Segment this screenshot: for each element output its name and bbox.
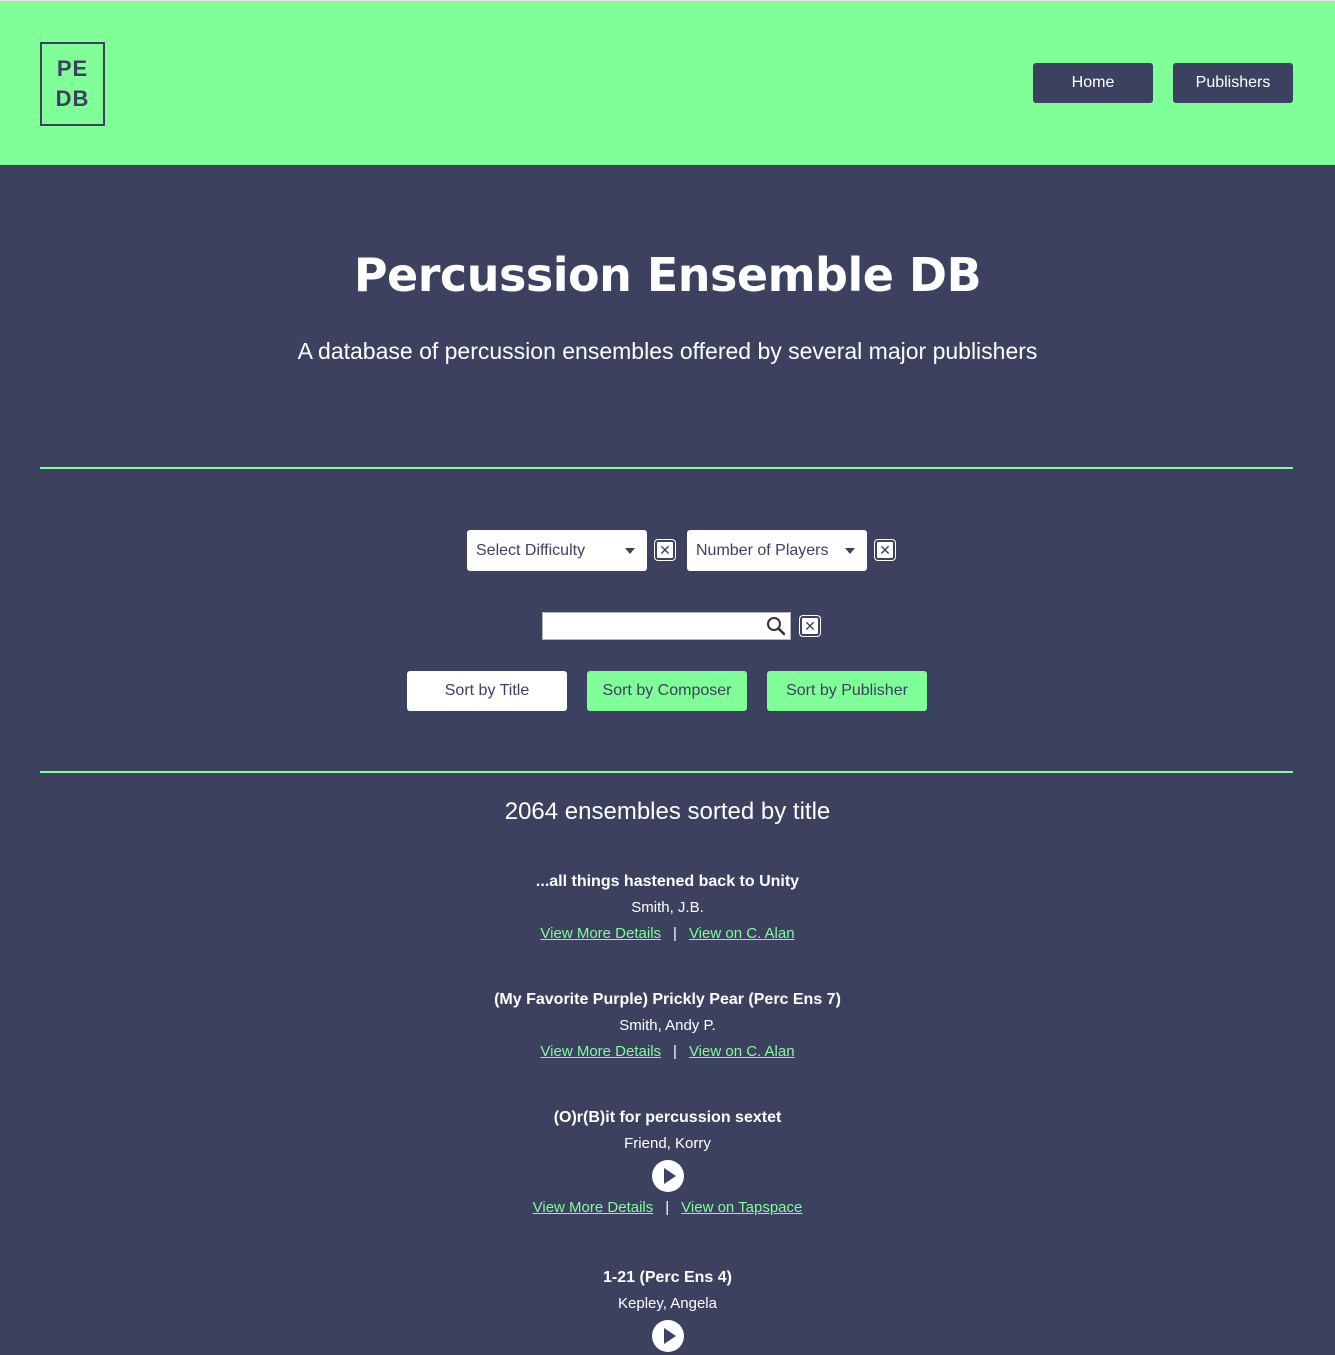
close-icon: ✕ <box>879 542 891 558</box>
ensemble-composer: Kepley, Angela <box>618 1295 717 1312</box>
clear-search-button[interactable]: ✕ <box>800 616 820 636</box>
sort-by-composer-button[interactable]: Sort by Composer <box>587 671 747 711</box>
site-logo[interactable]: PE DB <box>40 42 105 126</box>
view-on-publisher-link[interactable]: View on Tapspace <box>681 1199 802 1216</box>
close-icon: ✕ <box>659 542 671 558</box>
results-summary: 2064 ensembles sorted by title <box>504 798 831 825</box>
ensemble-title: (O)r(B)it for percussion sextet <box>553 1109 782 1126</box>
players-select-label: Number of Players <box>696 541 829 559</box>
clear-difficulty-button[interactable]: ✕ <box>655 540 675 560</box>
section-divider-bottom <box>40 771 1293 773</box>
link-separator: | <box>673 925 677 942</box>
ensemble-title: 1-21 (Perc Ens 4) <box>603 1269 732 1286</box>
ensemble-links: View More Details | View on C. Alan <box>0 921 1335 947</box>
site-header: PE DB Home Publishers <box>0 0 1335 165</box>
list-item: (My Favorite Purple) Prickly Pear (Perc … <box>0 987 1335 1065</box>
chevron-down-icon <box>625 548 635 554</box>
nav-publishers-button[interactable]: Publishers <box>1173 63 1293 103</box>
view-details-link[interactable]: View More Details <box>540 925 661 942</box>
ensemble-composer: Friend, Korry <box>624 1135 711 1152</box>
play-audio-icon[interactable] <box>651 1160 684 1192</box>
logo-line-2: DB <box>55 86 90 111</box>
view-details-link[interactable]: View More Details <box>540 1043 661 1060</box>
ensemble-links: View More Details | View on Tapspace <box>0 1195 1335 1221</box>
link-separator: | <box>665 1199 670 1216</box>
view-on-publisher-link[interactable]: View on C. Alan <box>689 925 795 942</box>
ensemble-links: View More Details | View on C. Alan <box>0 1039 1335 1065</box>
difficulty-select[interactable]: Select Difficulty <box>467 530 647 571</box>
search-box <box>542 612 791 640</box>
sort-by-publisher-button[interactable]: Sort by Publisher <box>767 671 927 711</box>
nav-home-button[interactable]: Home <box>1033 63 1153 103</box>
clear-players-button[interactable]: ✕ <box>875 540 895 560</box>
search-input[interactable] <box>547 614 761 640</box>
view-details-link[interactable]: View More Details <box>533 1199 654 1216</box>
play-audio-icon[interactable] <box>651 1320 684 1352</box>
link-separator: | <box>673 1043 677 1060</box>
close-icon: ✕ <box>804 618 816 634</box>
list-item: ...all things hastened back to Unity Smi… <box>0 869 1335 947</box>
ensemble-composer: Smith, Andy P. <box>619 1017 716 1034</box>
section-divider-top <box>40 467 1293 469</box>
chevron-down-icon <box>845 548 855 554</box>
ensemble-title: (My Favorite Purple) Prickly Pear (Perc … <box>494 991 841 1008</box>
page-subtitle: A database of percussion ensembles offer… <box>297 338 1038 364</box>
list-item: 1-21 (Perc Ens 4) Kepley, Angela <box>0 1265 1335 1355</box>
players-select[interactable]: Number of Players <box>687 530 867 571</box>
sort-by-title-button[interactable]: Sort by Title <box>407 671 567 711</box>
page-title: Percussion Ensemble DB <box>353 248 982 302</box>
difficulty-select-label: Select Difficulty <box>476 541 586 559</box>
list-item: (O)r(B)it for percussion sextet Friend, … <box>0 1105 1335 1221</box>
ensemble-title: ...all things hastened back to Unity <box>535 873 800 890</box>
search-icon[interactable] <box>766 616 786 636</box>
logo-line-1: PE <box>56 56 89 81</box>
view-on-publisher-link[interactable]: View on C. Alan <box>689 1043 795 1060</box>
ensemble-composer: Smith, J.B. <box>631 899 704 916</box>
